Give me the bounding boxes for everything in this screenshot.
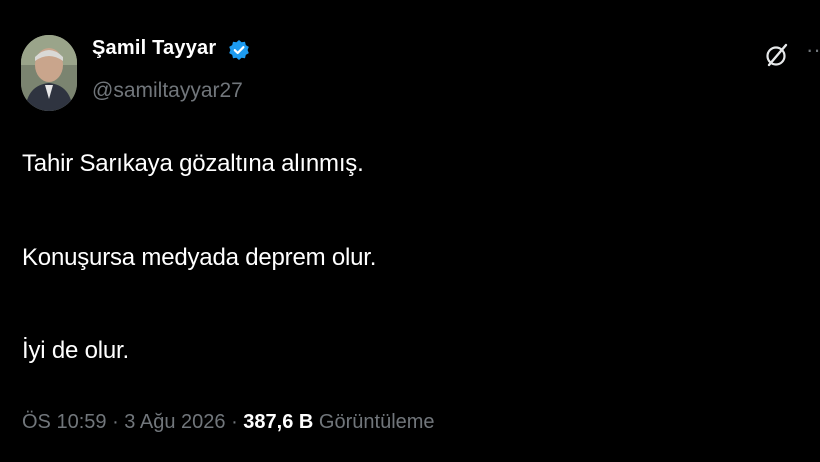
grok-icon[interactable] xyxy=(764,42,790,68)
tweet-text-line: Tahir Sarıkaya gözaltına alınmış. xyxy=(22,150,364,177)
avatar[interactable] xyxy=(21,35,77,111)
tweet: Şamil Tayyar @samiltayyar27 ·· Tahir Sar… xyxy=(0,0,820,462)
tweet-time[interactable]: ÖS 10:59 xyxy=(22,411,107,433)
meta-separator: · xyxy=(225,411,244,433)
tweet-text-line: Konuşursa medyada deprem olur. xyxy=(22,244,377,271)
meta-separator: · xyxy=(106,411,125,433)
tweet-date[interactable]: 3 Ağu 2026 xyxy=(124,411,225,433)
author-handle[interactable]: @samiltayyar27 xyxy=(92,79,243,103)
verified-badge-icon xyxy=(229,40,249,60)
more-icon[interactable]: ·· xyxy=(806,39,820,61)
views-count: 387,6 B xyxy=(243,411,314,433)
tweet-text-line: İyi de olur. xyxy=(22,337,129,364)
views-label: Görüntüleme xyxy=(318,411,435,433)
author-display-name[interactable]: Şamil Tayyar xyxy=(92,37,216,60)
tweet-meta: ÖS 10:59 · 3 Ağu 2026 · 387,6 B Görüntül… xyxy=(22,411,435,434)
